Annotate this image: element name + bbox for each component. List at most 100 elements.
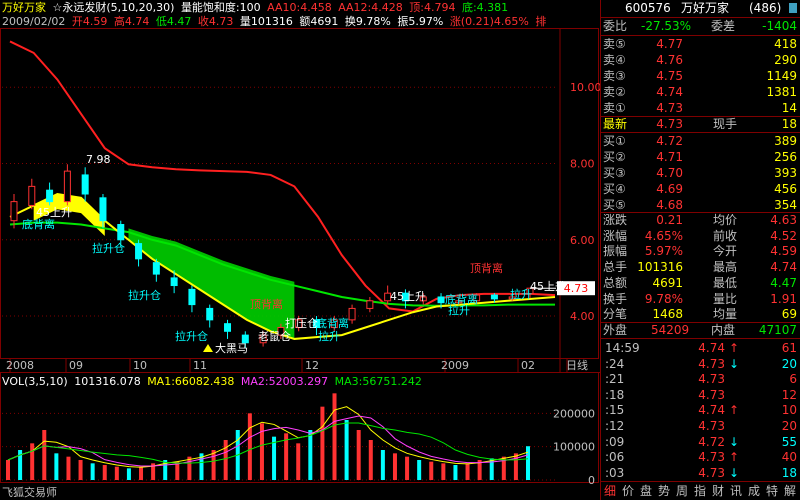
y-tick-label: 4.00 [570,310,595,323]
bottom-tab[interactable]: 讯 [727,482,745,500]
bid-volume: 393 [774,166,797,180]
chart-area[interactable]: 万好万家 ☆永远发财(5,10,20,30) 量能饱和度:100 AA10:4.… [0,0,600,500]
tick-time: 14:59 [605,341,640,355]
volume-bar [102,465,107,480]
tick-direction-icon: ↓ [729,434,740,449]
tick-price: 4.74 [698,341,725,355]
stat-value: 1468 [652,307,683,322]
quote-title: 600576 万好万家 (486) [601,0,800,16]
candle-body [490,294,498,300]
waipan-value: 54209 [651,323,690,337]
bottom-tab[interactable]: 价 [619,482,637,500]
x-tick-label: 02 [521,359,535,372]
volume-y-label: 100000 [553,441,595,454]
bottom-tab[interactable]: 细 [601,482,619,500]
tick-time: :15 [605,403,625,418]
panel-toggle-icon[interactable] [789,3,797,13]
bottom-tab[interactable]: 势 [655,482,673,500]
quote-panel: 600576 万好万家 (486) 委比 -27.53% 委差 -1404 卖⑤… [600,0,800,500]
bid-row: 买④ 4.69 456 [601,181,800,197]
x-tick-label: 2009 [441,359,469,372]
ask-volume: 290 [774,53,797,67]
candle-body [28,185,36,206]
chart-annotation: 拉升 [510,287,532,301]
candle-body [10,201,18,222]
volume-bar [320,406,325,480]
kline-chart[interactable]: 10.00 8.00 6.00 4.00 2008 09 10 11 12 2009 02 日线 7.9… [0,0,600,500]
stat-label: 总额 [603,275,628,290]
bottom-tab[interactable]: 特 [763,482,781,500]
stat-row: 总手 101316 最高 4.74 [601,259,800,275]
tick-price: 4.74 [698,403,725,418]
volume-y-label: 0 [588,474,595,487]
volume-bar [526,446,530,480]
candle-body [63,170,71,203]
stat-label: 今开 [713,244,738,259]
volume-bar [368,440,373,480]
tick-price: 4.73 [698,465,725,480]
stat-value: 0.21 [656,213,683,227]
chart-annotation: 拉升 [318,329,340,343]
tick-price: 4.73 [698,372,725,387]
stat-label: 换手 [603,291,628,306]
tick-row: :21 4.73 6 [601,371,800,387]
chart-annotation: 7.98 [86,153,111,166]
volume-bar [6,460,10,480]
tick-direction-icon: ↑ [729,403,740,418]
bottom-tab[interactable]: 指 [691,482,709,500]
tick-time: :21 [605,372,625,387]
x-tick-label: 10 [133,359,147,372]
volume-bar [513,453,518,480]
waipan-row: 外盘 54209 内盘 47107 [603,323,797,337]
bid-volume: 256 [774,150,797,164]
vol-ma2: MA2:52003.297 [240,375,329,388]
dark-horse-icon [203,344,213,352]
volume-bar [223,440,228,480]
ask-label: 卖② [603,85,626,99]
bottom-tab[interactable]: 周 [673,482,691,500]
stat-value: 4.59 [770,244,797,259]
ask-volume: 418 [774,37,797,51]
candle-body [81,174,89,195]
bid-volume: 456 [774,182,797,196]
stat-value: 69 [781,307,797,322]
stat-row: 分笔 1468 均量 69 [601,306,800,322]
x-tick-label: 2008 [6,359,34,372]
tick-price: 4.73 [698,387,725,402]
chart-annotation: 顶背离 [250,297,283,311]
y-tick-label: 6.00 [570,234,595,247]
chart-annotation: 底背离 [316,316,349,330]
tick-direction-icon: ↓ [729,356,740,371]
ask-label: 卖① [603,101,626,115]
bottom-tab[interactable]: 成 [745,482,763,500]
y-tick-label: 8.00 [570,157,595,170]
bid-price: 4.72 [656,134,683,148]
bottom-tabs: 细价盘势周指财讯成特解 [601,482,800,500]
candle-body [437,296,445,304]
bottom-tab[interactable]: 财 [709,482,727,500]
bottom-tab[interactable]: 盘 [637,482,655,500]
stat-value: 101316 [637,260,683,275]
volume-bar [429,461,434,480]
vol-ma1: MA1:66082.438 [147,375,235,388]
chart-annotation: 底背离 [22,217,55,231]
volume-bar [308,430,313,480]
tick-time: :03 [605,465,625,480]
candle-body [135,243,143,260]
ask-row: 卖④ 4.76 290 [601,52,800,68]
volume-bar [453,465,458,480]
volume-bar [90,463,95,480]
tick-volume: 12 [781,387,797,402]
tick-volume: 20 [781,419,797,433]
stat-label: 振幅 [603,244,628,259]
tick-volume: 55 [781,434,797,449]
bottom-tab[interactable]: 解 [781,482,799,500]
volume-bar [78,460,83,480]
bid-volume: 389 [774,134,797,148]
tick-direction-icon: ↑ [729,450,740,465]
vol-value: 101316.078 [74,375,141,388]
vol-ma3: MA3:56751.242 [334,375,422,388]
ask-price: 4.75 [656,69,683,83]
xianshou-value: 18 [781,117,797,131]
stat-row: 换手 9.78% 量比 1.91 [601,291,800,307]
